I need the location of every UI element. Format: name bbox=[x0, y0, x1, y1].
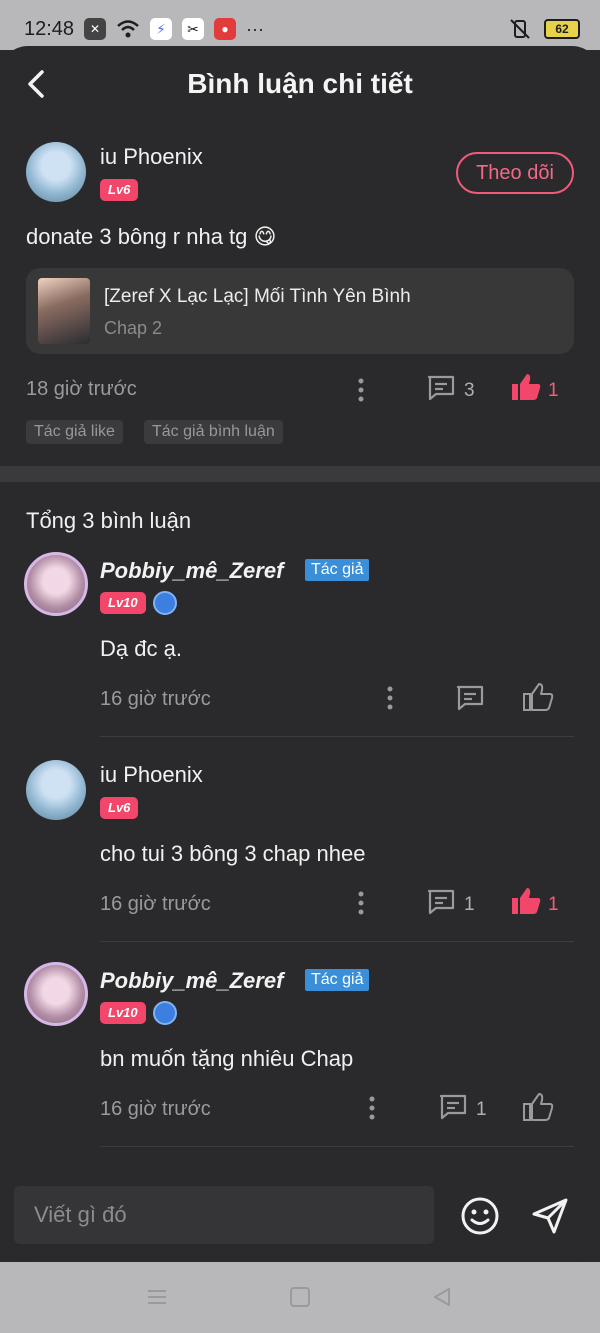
reply-username[interactable]: Pobbiy_mê_Zeref bbox=[100, 968, 283, 994]
follow-button[interactable]: Theo dõi bbox=[456, 152, 574, 194]
reply-time: 16 giờ trước bbox=[100, 688, 211, 710]
vip-icon bbox=[153, 1001, 177, 1025]
comment-time: 18 giờ trước bbox=[26, 378, 137, 400]
story-thumbnail bbox=[38, 278, 90, 344]
menu-icon[interactable] bbox=[146, 1286, 168, 1308]
like-icon[interactable] bbox=[522, 1092, 554, 1122]
tag-author-like: Tác giả like bbox=[26, 420, 123, 444]
more-options-icon[interactable] bbox=[381, 684, 399, 712]
reply-count: 1 bbox=[464, 894, 475, 915]
reply-icon[interactable] bbox=[426, 374, 456, 402]
comment-divider bbox=[100, 941, 574, 942]
more-notifications-icon: ··· bbox=[246, 18, 264, 39]
status-notification-icons: ✕ ⚡ ✂ ● ··· bbox=[84, 18, 264, 40]
reply-icon[interactable] bbox=[426, 888, 456, 916]
battery-icon: 62 bbox=[544, 19, 580, 39]
more-options-icon[interactable] bbox=[352, 376, 370, 404]
more-options-icon[interactable] bbox=[363, 1094, 381, 1122]
notification-icon: ✕ bbox=[84, 18, 106, 40]
send-icon[interactable] bbox=[530, 1196, 570, 1236]
tag-author-comment: Tác giả bình luận bbox=[144, 420, 283, 444]
status-time: 12:48 bbox=[24, 18, 75, 40]
level-badge: Lv6 bbox=[100, 797, 139, 819]
back-icon[interactable] bbox=[431, 1286, 453, 1308]
home-icon[interactable] bbox=[289, 1286, 311, 1308]
reply-icon[interactable] bbox=[438, 1093, 468, 1121]
like-count: 1 bbox=[548, 380, 559, 401]
section-divider bbox=[0, 466, 600, 482]
level-badge: Lv6 bbox=[100, 179, 139, 201]
comment-divider bbox=[100, 736, 574, 737]
story-title: [Zeref X Lạc Lạc] Mối Tình Yên Bình bbox=[104, 286, 411, 307]
reply-username[interactable]: iu Phoenix bbox=[100, 762, 203, 788]
reply-text: Dạ đc ạ. bbox=[100, 636, 182, 661]
vip-icon bbox=[153, 591, 177, 615]
reply-time: 16 giờ trước bbox=[100, 1098, 211, 1120]
emoji-icon[interactable] bbox=[460, 1196, 500, 1236]
comment-detail-screen: Bình luận chi tiết iu Phoenix Lv6 Theo d… bbox=[0, 46, 600, 1260]
wifi-icon bbox=[117, 20, 139, 38]
story-card[interactable]: [Zeref X Lạc Lạc] Mối Tình Yên Bình Chap… bbox=[26, 268, 574, 354]
reply-count: 3 bbox=[464, 380, 475, 401]
avatar[interactable] bbox=[26, 142, 86, 202]
level-badge: Lv10 bbox=[100, 592, 146, 614]
comment-input[interactable]: Viết gì đó bbox=[14, 1186, 434, 1244]
reply-count: 1 bbox=[476, 1099, 487, 1120]
avatar[interactable] bbox=[26, 760, 86, 820]
vibrate-mute-icon bbox=[510, 19, 530, 39]
system-nav-bar bbox=[0, 1262, 600, 1333]
reply-text: cho tui 3 bông 3 chap nhee bbox=[100, 841, 366, 866]
author-badge: Tác giả bbox=[305, 969, 370, 991]
story-chapter: Chap 2 bbox=[104, 318, 163, 338]
reply-username[interactable]: Pobbiy_mê_Zeref bbox=[100, 558, 283, 584]
comment-divider bbox=[100, 1146, 574, 1147]
level-badge: Lv10 bbox=[100, 1002, 146, 1024]
avatar-author[interactable] bbox=[24, 552, 88, 616]
like-icon[interactable] bbox=[522, 682, 554, 712]
like-filled-icon[interactable] bbox=[510, 886, 542, 916]
status-bar: 12:48 ✕ ⚡ ✂ ● ··· 62 bbox=[0, 0, 600, 50]
avatar-author[interactable] bbox=[24, 962, 88, 1026]
comment-username[interactable]: iu Phoenix bbox=[100, 144, 203, 170]
comment-input-bar: Viết gì đó bbox=[0, 1168, 600, 1260]
status-system-icons: 62 bbox=[508, 18, 580, 40]
page-title: Bình luận chi tiết bbox=[187, 68, 413, 99]
reply-text: bn muốn tặng nhiêu Chap bbox=[100, 1046, 354, 1071]
like-count: 1 bbox=[548, 894, 559, 915]
recorder-icon: ● bbox=[214, 18, 236, 40]
reply-icon[interactable] bbox=[455, 684, 485, 712]
capcut-icon: ✂ bbox=[182, 18, 204, 40]
total-comments-label: Tổng 3 bình luận bbox=[26, 508, 192, 533]
reply-time: 16 giờ trước bbox=[100, 893, 211, 915]
comment-text: donate 3 bông r nha tg 😋 bbox=[26, 224, 277, 249]
author-badge: Tác giả bbox=[305, 559, 370, 581]
like-filled-icon[interactable] bbox=[510, 372, 542, 402]
header: Bình luận chi tiết bbox=[0, 46, 600, 122]
messenger-icon: ⚡ bbox=[150, 18, 172, 40]
more-options-icon[interactable] bbox=[352, 889, 370, 917]
